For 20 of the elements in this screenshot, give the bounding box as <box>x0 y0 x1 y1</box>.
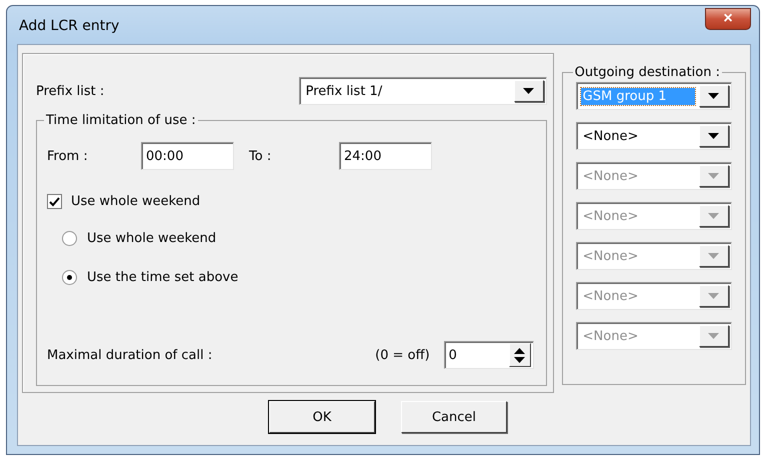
group-title: Time limitation of use : <box>45 113 197 128</box>
cancel-button[interactable]: Cancel <box>401 401 507 433</box>
group-title: Outgoing destination : <box>574 65 722 80</box>
off-hint: (0 = off) <box>375 348 430 362</box>
dropdown[interactable]: <None> <box>576 122 732 150</box>
radio-label: Use the time set above <box>87 270 238 285</box>
window-title: Add LCR entry <box>18 17 120 34</box>
prefix-list-dropdown[interactable]: Prefix list 1/ <box>298 77 547 105</box>
ok-button[interactable]: OK <box>269 401 375 433</box>
max-duration-label: Maximal duration of call : <box>47 348 212 362</box>
radio-label: Use whole weekend <box>87 231 216 246</box>
from-field[interactable]: 00:00 <box>141 142 234 170</box>
to-label: To : <box>248 148 272 164</box>
weekend-checkbox[interactable]: Use whole weekend <box>47 194 534 209</box>
duration-spinbox[interactable]: 0 <box>444 341 534 369</box>
from-label: From : <box>47 148 89 164</box>
prefix-list-label: Prefix list : <box>36 84 104 98</box>
close-button[interactable]: × <box>705 8 751 30</box>
to-field[interactable]: 24:00 <box>339 142 432 170</box>
checkbox-label: Use whole weekend <box>71 194 200 209</box>
